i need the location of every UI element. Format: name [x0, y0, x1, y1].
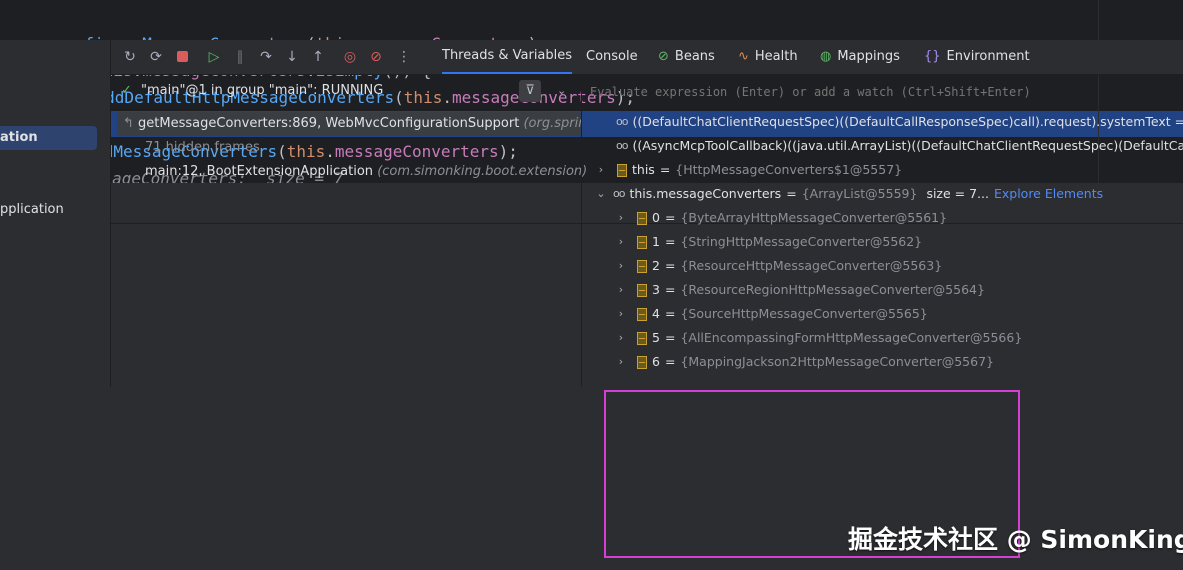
tab-console[interactable]: Console	[586, 40, 638, 74]
chevron-right-icon[interactable]: ›	[614, 326, 628, 350]
variable-this[interactable]: › this = {HttpMessageConverters$1@5557}	[594, 158, 902, 182]
array-element-icon	[637, 235, 647, 249]
array-element-icon	[637, 331, 647, 345]
tab-health[interactable]: ∿ Health	[738, 40, 798, 74]
chevron-right-icon[interactable]: ›	[614, 278, 628, 302]
chevron-right-icon[interactable]: ›	[594, 158, 608, 182]
list-element-row[interactable]: › 0 = {ByteArrayHttpMessageConverter@5561}	[614, 206, 947, 230]
watch-icon: oo	[616, 139, 629, 152]
object-icon	[617, 163, 627, 177]
debugger-toolbar: ↻ ⟳ ▷ ∥ ↷ ↓ ↑ ◎ ⊘ ⋮ Threads & Variables …	[111, 40, 1183, 75]
tab-threads-variables[interactable]: Threads & Variables	[442, 40, 573, 74]
session-item[interactable]: pplication	[0, 198, 64, 222]
filter-icon[interactable]: ⊽	[519, 80, 541, 102]
list-element-row[interactable]: › 5 = {AllEncompassingFormHttpMessageConver…	[614, 326, 1023, 350]
check-icon: ✓	[121, 83, 132, 98]
frame-item[interactable]: main:12, BootExtensionApplication (com.s…	[145, 160, 587, 184]
frames-list: ↰ getMessageConverters:869, WebMvcConfig…	[111, 108, 587, 387]
variable-message-converters[interactable]: ⌄ oo this.messageConverters = {ArrayList@…	[594, 182, 1103, 206]
frame-item-selected[interactable]: ↰ getMessageConverters:869, WebMvcConfig…	[117, 112, 581, 136]
watch-icon: oo	[616, 115, 629, 128]
list-element-row[interactable]: › 6 = {MappingJackson2HttpMessageConverter@…	[614, 350, 994, 374]
thread-selector-bar: ✓ "main"@1 in group "main": RUNNING ⊽ ⌄	[111, 75, 581, 108]
watch-item[interactable]: oo ((AsyncMcpToolCallback)((java.util.Ar…	[616, 134, 1183, 158]
chevron-right-icon[interactable]: ›	[614, 350, 628, 374]
evaluate-expression-bar	[582, 75, 1183, 108]
list-element-row[interactable]: › 1 = {StringHttpMessageConverter@5562}	[614, 230, 922, 254]
run-configurations-pane: ation pplication	[0, 40, 111, 387]
hidden-frames-item[interactable]: 71 hidden frames	[145, 136, 260, 160]
array-element-icon	[637, 355, 647, 369]
environment-icon: {}	[924, 49, 941, 64]
tab-mappings[interactable]: ◍ Mappings	[820, 40, 900, 74]
frame-return-icon: ↰	[123, 116, 134, 131]
step-out-icon[interactable]: ↑	[309, 48, 327, 66]
list-element-row[interactable]: › 3 = {ResourceRegionHttpMessageConverter@5…	[614, 278, 985, 302]
array-element-icon	[637, 307, 647, 321]
chevron-right-icon[interactable]: ›	[614, 206, 628, 230]
resume-icon[interactable]: ▷	[205, 48, 223, 66]
mute-breakpoints-icon[interactable]: ⊘	[367, 48, 385, 66]
watch-icon: oo	[613, 187, 626, 200]
list-element-row[interactable]: › 2 = {ResourceHttpMessageConverter@5563}	[614, 254, 942, 278]
stop-icon[interactable]	[173, 48, 191, 66]
health-icon: ∿	[738, 49, 749, 64]
watermark: 掘金技术社区 @ SimonKing	[848, 525, 1183, 554]
chevron-down-icon[interactable]: ⌄	[557, 75, 566, 107]
array-element-icon	[637, 211, 647, 225]
chevron-right-icon[interactable]: ›	[614, 302, 628, 326]
restart-icon[interactable]: ⟳	[147, 48, 165, 66]
session-item-selected[interactable]: ation	[0, 126, 97, 150]
code-line: configureMessageConverters(this.messageC…	[17, 3, 547, 53]
mappings-icon: ◍	[820, 49, 832, 64]
beans-icon: ⊘	[658, 49, 669, 64]
step-over-icon[interactable]: ↷	[257, 48, 275, 66]
chevron-down-icon[interactable]: ⌄	[594, 182, 608, 206]
chevron-right-icon[interactable]: ›	[614, 254, 628, 278]
tab-environment[interactable]: {} Environment	[924, 40, 1030, 74]
chevron-right-icon[interactable]: ›	[614, 230, 628, 254]
array-element-icon	[637, 259, 647, 273]
more-icon[interactable]: ⋮	[395, 48, 413, 66]
variables-tree: oo ((DefaultChatClientRequestSpec)((Defa…	[582, 108, 1183, 387]
view-breakpoints-icon[interactable]: ◎	[341, 48, 359, 66]
thread-selector[interactable]: "main"@1 in group "main": RUNNING	[141, 75, 383, 107]
evaluate-expression-input[interactable]	[588, 79, 1172, 105]
step-into-icon[interactable]: ↓	[283, 48, 301, 66]
rerun-icon[interactable]: ↻	[121, 48, 139, 66]
list-element-row[interactable]: › 4 = {SourceHttpMessageConverter@5565}	[614, 302, 928, 326]
array-element-icon	[637, 283, 647, 297]
watch-item[interactable]: oo ((DefaultChatClientRequestSpec)((Defa…	[616, 110, 1183, 134]
pause-icon[interactable]: ∥	[231, 48, 249, 66]
tab-beans[interactable]: ⊘ Beans	[658, 40, 715, 74]
explore-elements-link[interactable]: Explore Elements	[994, 182, 1103, 206]
